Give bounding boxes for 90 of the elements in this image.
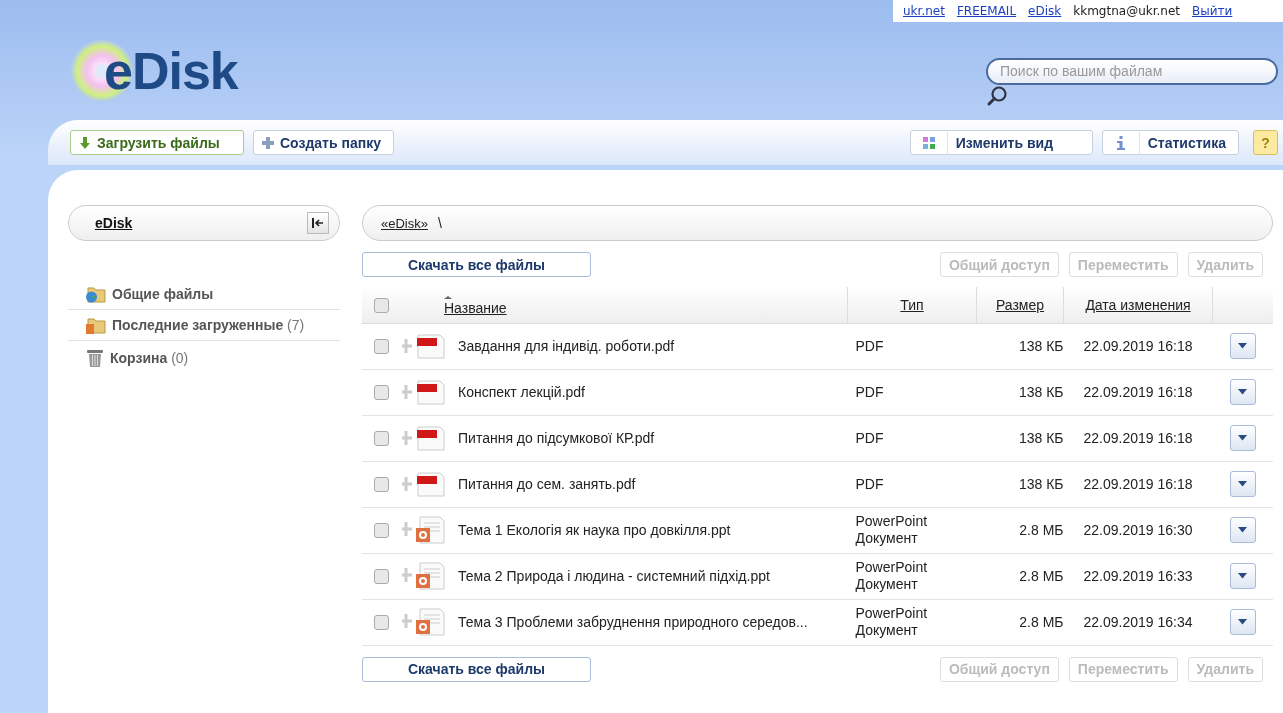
search-field[interactable]: Поиск по вашим файлам	[986, 57, 1278, 85]
modified-date: 22.09.2019 16:18	[1083, 384, 1193, 400]
caret-icon	[1238, 481, 1248, 487]
trash-icon	[85, 348, 105, 368]
top-link[interactable]: eDisk	[1028, 4, 1062, 18]
column-header[interactable]: Тип	[900, 296, 924, 313]
dropdown-button[interactable]	[1229, 471, 1256, 497]
modified-date: 22.09.2019 16:18	[1083, 338, 1193, 354]
dropdown-button[interactable]	[1229, 333, 1256, 359]
modified-date: 22.09.2019 16:18	[1083, 430, 1193, 446]
sort-icon	[444, 293, 452, 300]
column-header[interactable]: Дата изменения	[1085, 296, 1191, 313]
column-header[interactable]: Название	[444, 299, 507, 316]
presentation-file-icon	[400, 608, 446, 636]
dropdown-button[interactable]	[1229, 609, 1256, 635]
grid-icon	[921, 135, 936, 150]
modified-date: 22.09.2019 16:33	[1083, 568, 1193, 584]
dropdown-button[interactable]	[1229, 517, 1256, 543]
download-all-button[interactable]: Скачать все файлы	[362, 252, 591, 277]
modified-date: 22.09.2019 16:18	[1083, 476, 1193, 492]
down-arrow-icon	[79, 136, 91, 149]
file-size: 138 КБ	[1018, 476, 1064, 492]
caret-icon	[1238, 619, 1248, 625]
dropdown-button[interactable]	[1229, 425, 1256, 451]
statistics-button[interactable]: Статистика	[1101, 130, 1239, 155]
file-size: 2.8 МБ	[1019, 522, 1064, 538]
file-type: PowerPoint Документ	[855, 513, 929, 547]
dropdown-button[interactable]	[1229, 379, 1256, 405]
search-icon	[986, 84, 1008, 107]
presentation-file-icon	[400, 562, 446, 590]
checkbox[interactable]	[373, 477, 389, 493]
file-name[interactable]: Конспект лекцій.pdf	[458, 384, 585, 400]
checkbox[interactable]	[373, 431, 389, 447]
file-name[interactable]: Завдання для індивід. роботи.pdf	[458, 338, 675, 354]
file-size: 2.8 МБ	[1019, 568, 1064, 584]
checkbox[interactable]	[373, 339, 389, 355]
upload-button[interactable]: Загрузить файлы	[70, 130, 244, 155]
plus-icon	[262, 136, 274, 149]
file-type: PowerPoint Документ	[855, 559, 929, 593]
sidebar-item[interactable]: Корзина (0)	[68, 341, 340, 375]
pdf-file-icon	[400, 333, 446, 359]
collapse-button[interactable]	[307, 212, 329, 234]
checkbox[interactable]	[373, 569, 389, 585]
info-icon	[1115, 135, 1126, 150]
file-name[interactable]: Тема 3 Проблеми забруднення природного середов...	[458, 614, 808, 630]
file-type: PDF	[855, 429, 885, 447]
pdf-file-icon	[400, 425, 446, 451]
file-type: PDF	[855, 383, 885, 401]
caret-icon	[1238, 389, 1248, 395]
modified-date: 22.09.2019 16:30	[1083, 522, 1193, 538]
sidebar-title-link[interactable]: eDisk	[95, 215, 133, 231]
breadcrumb-link[interactable]: «eDisk»	[381, 215, 428, 231]
globe-folder-icon	[85, 285, 107, 303]
file-size: 138 КБ	[1018, 384, 1064, 400]
user-email: kkmgtna@ukr.net	[1073, 4, 1181, 18]
top-link[interactable]: ukr.net	[903, 4, 945, 18]
download-all-button[interactable]: Скачать все файлы	[362, 656, 591, 682]
presentation-file-icon	[400, 516, 446, 544]
caret-icon	[1238, 343, 1248, 349]
pdf-file-icon	[400, 471, 446, 497]
create-folder-button[interactable]: Создать папку	[253, 130, 394, 155]
sidebar-item[interactable]: Общие файлы	[68, 279, 340, 310]
file-size: 2.8 МБ	[1019, 614, 1064, 630]
top-link[interactable]: Выйти	[1192, 4, 1233, 18]
caret-icon	[1238, 435, 1248, 441]
checkbox[interactable]	[373, 385, 389, 401]
file-size: 138 КБ	[1018, 430, 1064, 446]
file-type: PDF	[855, 475, 885, 493]
caret-icon	[1238, 573, 1248, 579]
breadcrumb-separator: \	[437, 215, 442, 231]
file-size: 138 КБ	[1018, 338, 1064, 354]
checkbox[interactable]	[373, 615, 389, 631]
checkbox[interactable]	[373, 298, 389, 314]
modified-date: 22.09.2019 16:34	[1083, 614, 1193, 630]
sidebar-item[interactable]: Последние загруженные (7)	[68, 310, 340, 341]
collapse-icon	[312, 217, 324, 229]
file-type: PDF	[855, 337, 885, 355]
folder-icon	[85, 316, 107, 334]
checkbox[interactable]	[373, 523, 389, 539]
file-name[interactable]: Тема 1 Екологія як наука про довкілля.ppt	[458, 522, 731, 538]
column-header[interactable]: Размер	[995, 296, 1045, 313]
caret-icon	[1238, 527, 1248, 533]
file-name[interactable]: Тема 2 Природа і людина - системний підхід.ppt	[458, 568, 770, 584]
dropdown-button[interactable]	[1229, 563, 1256, 589]
top-link[interactable]: FREEMAIL	[956, 4, 1017, 18]
file-name[interactable]: Питання до підсумкової КР.pdf	[458, 430, 655, 446]
file-type: PowerPoint Документ	[855, 605, 929, 639]
file-name[interactable]: Питання до сем. занять.pdf	[458, 476, 636, 492]
change-view-button[interactable]: Изменить вид	[909, 130, 1093, 155]
pdf-file-icon	[400, 379, 446, 405]
